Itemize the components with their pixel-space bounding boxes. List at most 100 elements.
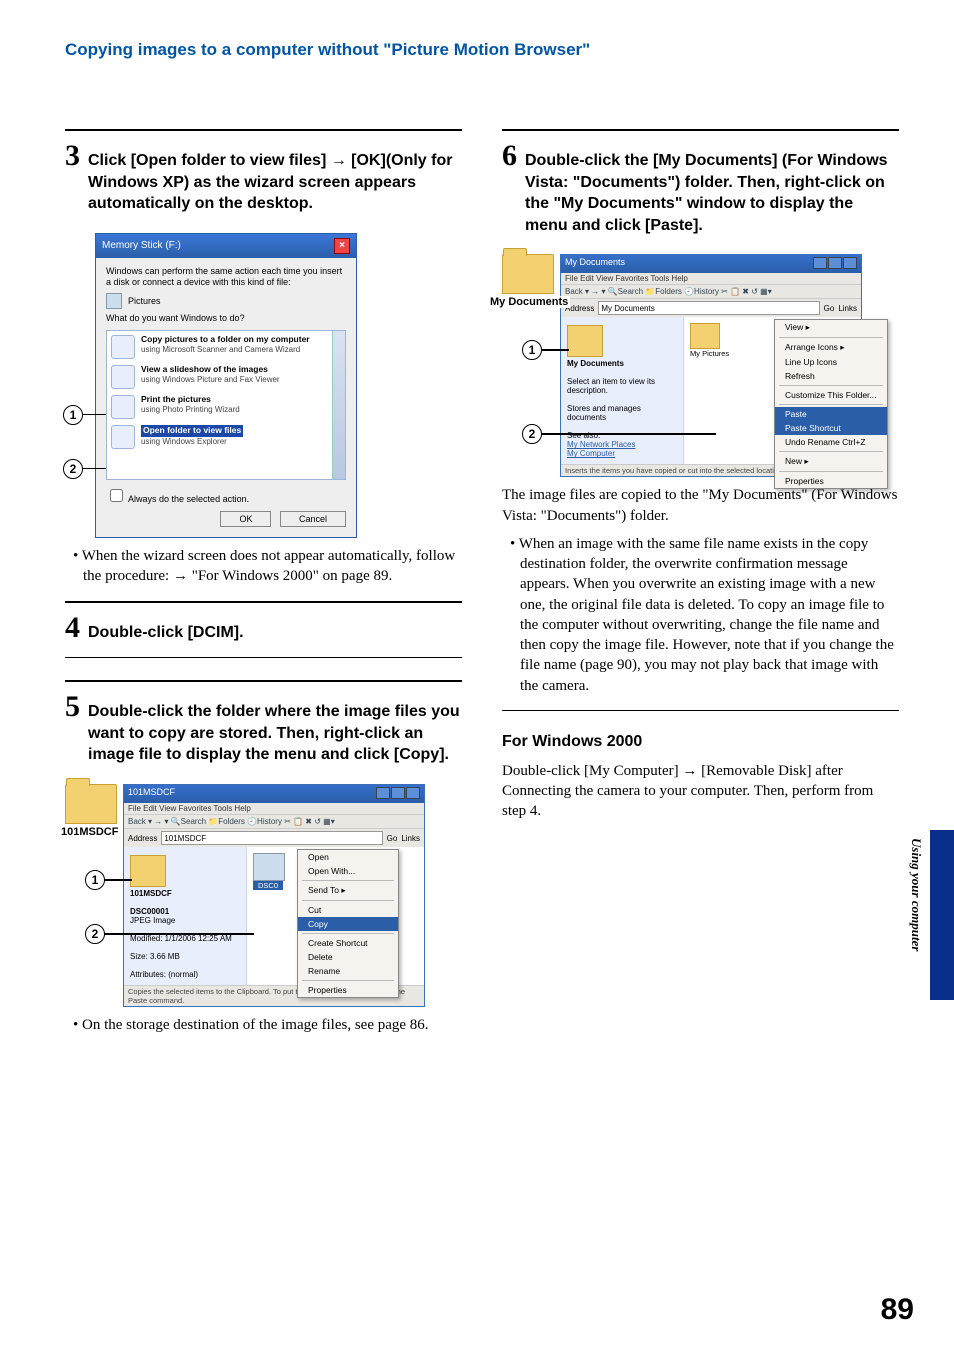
divider: [502, 129, 899, 131]
address-bar[interactable]: Address Go Links: [561, 298, 861, 317]
callout-line: [104, 879, 132, 881]
menu-bar[interactable]: File Edit View Favorites Tools Help: [124, 803, 424, 814]
step-number: 5: [65, 692, 80, 722]
print-icon: [111, 395, 135, 419]
side-filename: DSC00001: [130, 907, 169, 916]
context-menu-item[interactable]: Rename: [298, 964, 398, 978]
context-menu-item[interactable]: Open With...: [298, 864, 398, 878]
window-title: 101MSDCF: [128, 787, 175, 801]
address-input[interactable]: [598, 301, 819, 315]
side-desc1: Select an item to view its description.: [567, 377, 655, 395]
mypictures-folder-icon[interactable]: [690, 323, 720, 349]
step-number: 4: [65, 613, 80, 643]
wizard-icon: [111, 335, 135, 359]
context-menu-item[interactable]: Refresh: [775, 369, 887, 383]
context-menu-item[interactable]: View ▸: [775, 320, 887, 335]
action-title: Open folder to view files: [141, 425, 243, 437]
folder-big-icon: [65, 784, 117, 824]
window-title: My Documents: [565, 257, 625, 271]
for-windows-2000-heading: For Windows 2000: [502, 733, 899, 751]
context-menu-item[interactable]: Copy: [298, 917, 398, 931]
step-5-note: • On the storage destination of the imag…: [83, 1015, 462, 1035]
divider: [502, 710, 899, 711]
step-number: 6: [502, 141, 517, 171]
menu-bar[interactable]: File Edit View Favorites Tools Help: [561, 273, 861, 284]
context-menu-item[interactable]: Properties: [775, 474, 887, 488]
ok-button[interactable]: OK: [220, 511, 271, 527]
context-menu[interactable]: OpenOpen With... Send To ▸ CutCopy Create S…: [297, 849, 399, 998]
file-type-label: Pictures: [128, 296, 161, 306]
context-menu-item[interactable]: Paste Shortcut: [775, 421, 887, 435]
context-menu-item[interactable]: Delete: [298, 950, 398, 964]
side-filetype: JPEG Image: [130, 916, 175, 925]
address-bar[interactable]: Address Go Links: [124, 828, 424, 847]
callout-2: 2: [63, 459, 83, 479]
callout-1: 1: [85, 870, 105, 890]
file-area[interactable]: My Pictures View ▸Arrange Icons ▸Line Up…: [684, 317, 861, 464]
dialog-titlebar: Memory Stick (F:) ×: [96, 234, 356, 258]
action-list[interactable]: Copy pictures to a folder on my computer…: [106, 330, 346, 480]
side-title: 101MSDCF: [130, 889, 172, 898]
context-menu-item[interactable]: Cut: [298, 903, 398, 917]
links-label: Links: [838, 304, 857, 313]
side-desc2: Stores and manages documents: [567, 404, 641, 422]
folder-big-label: 101MSDCF: [59, 826, 120, 838]
go-button[interactable]: Go: [387, 834, 398, 843]
context-menu-item[interactable]: Send To ▸: [298, 883, 398, 898]
context-menu[interactable]: View ▸ Arrange Icons ▸Line Up IconsRefres…: [774, 319, 888, 489]
context-menu-item[interactable]: Paste: [775, 407, 887, 421]
callout-2: 2: [522, 424, 542, 444]
step-5: 5 Double-click the folder where the imag…: [65, 696, 462, 766]
folder-big-icon: [502, 254, 554, 294]
context-menu-item[interactable]: Line Up Icons: [775, 355, 887, 369]
close-icon[interactable]: ×: [334, 238, 350, 254]
cancel-button[interactable]: Cancel: [280, 511, 346, 527]
callout-line: [541, 349, 569, 351]
toolbar[interactable]: Back ▾ → ▾ 🔍Search 📁Folders 🕘History ✂ 📋…: [124, 814, 424, 828]
side-link-netplaces[interactable]: My Network Places: [567, 440, 635, 449]
step-6-note: • When an image with the same file name …: [520, 534, 899, 696]
window-titlebar: My Documents: [561, 255, 861, 273]
thumb-icon: [130, 855, 166, 887]
context-menu-item[interactable]: Create Shortcut: [298, 936, 398, 950]
context-menu-item[interactable]: Properties: [298, 983, 398, 997]
file-thumbnail[interactable]: [253, 853, 285, 881]
side-link-mycomputer[interactable]: My Computer: [567, 449, 615, 458]
autoplay-dialog: Memory Stick (F:) × Windows can perform …: [95, 233, 357, 538]
section-tab-label: Using your computer: [908, 838, 924, 951]
context-menu-item[interactable]: Undo Rename Ctrl+Z: [775, 435, 887, 449]
divider: [65, 680, 462, 682]
checkbox[interactable]: [110, 489, 123, 502]
divider: [65, 657, 462, 658]
action-sub: using Windows Picture and Fax Viewer: [141, 375, 280, 384]
file-area[interactable]: DSC0 OpenOpen With...Send To ▸CutCopyCre…: [247, 847, 424, 985]
go-button[interactable]: Go: [824, 304, 835, 313]
callout-line: [104, 933, 254, 935]
action-sub: using Microsoft Scanner and Camera Wizar…: [141, 345, 300, 354]
explorer-window: My Documents File Edit View Favorites To…: [560, 254, 862, 477]
left-column: 3 Click [Open folder to view files] → [O…: [65, 115, 462, 1043]
window-buttons[interactable]: [375, 787, 420, 801]
page-number: 89: [881, 1293, 914, 1327]
toolbar[interactable]: Back ▾ → ▾ 🔍Search 📁Folders 🕘History ✂ 📋…: [561, 284, 861, 298]
context-menu-item[interactable]: Open: [298, 850, 398, 864]
window-buttons[interactable]: [812, 257, 857, 271]
side-title: My Documents: [567, 359, 624, 368]
page-header: Copying images to a computer without "Pi…: [65, 40, 899, 60]
address-input[interactable]: [161, 831, 382, 845]
context-menu-item[interactable]: Customize This Folder...: [775, 388, 887, 402]
callout-1: 1: [63, 405, 83, 425]
action-sub: using Windows Explorer: [141, 437, 227, 446]
context-menu-item[interactable]: Arrange Icons ▸: [775, 340, 887, 355]
step-4: 4 Double-click [DCIM].: [65, 617, 462, 644]
address-label: Address: [128, 834, 157, 843]
context-menu-item[interactable]: New ▸: [775, 454, 887, 469]
dialog-intro: Windows can perform the same action each…: [106, 266, 346, 288]
side-modified: Modified: 1/1/2006 12:25 AM: [130, 934, 232, 943]
action-title: Print the pictures: [141, 395, 240, 405]
divider: [65, 129, 462, 131]
always-do-checkbox[interactable]: Always do the selected action.: [106, 486, 346, 505]
action-sub: using Photo Printing Wizard: [141, 405, 240, 414]
callout-1: 1: [522, 340, 542, 360]
action-title: View a slideshow of the images: [141, 365, 280, 375]
